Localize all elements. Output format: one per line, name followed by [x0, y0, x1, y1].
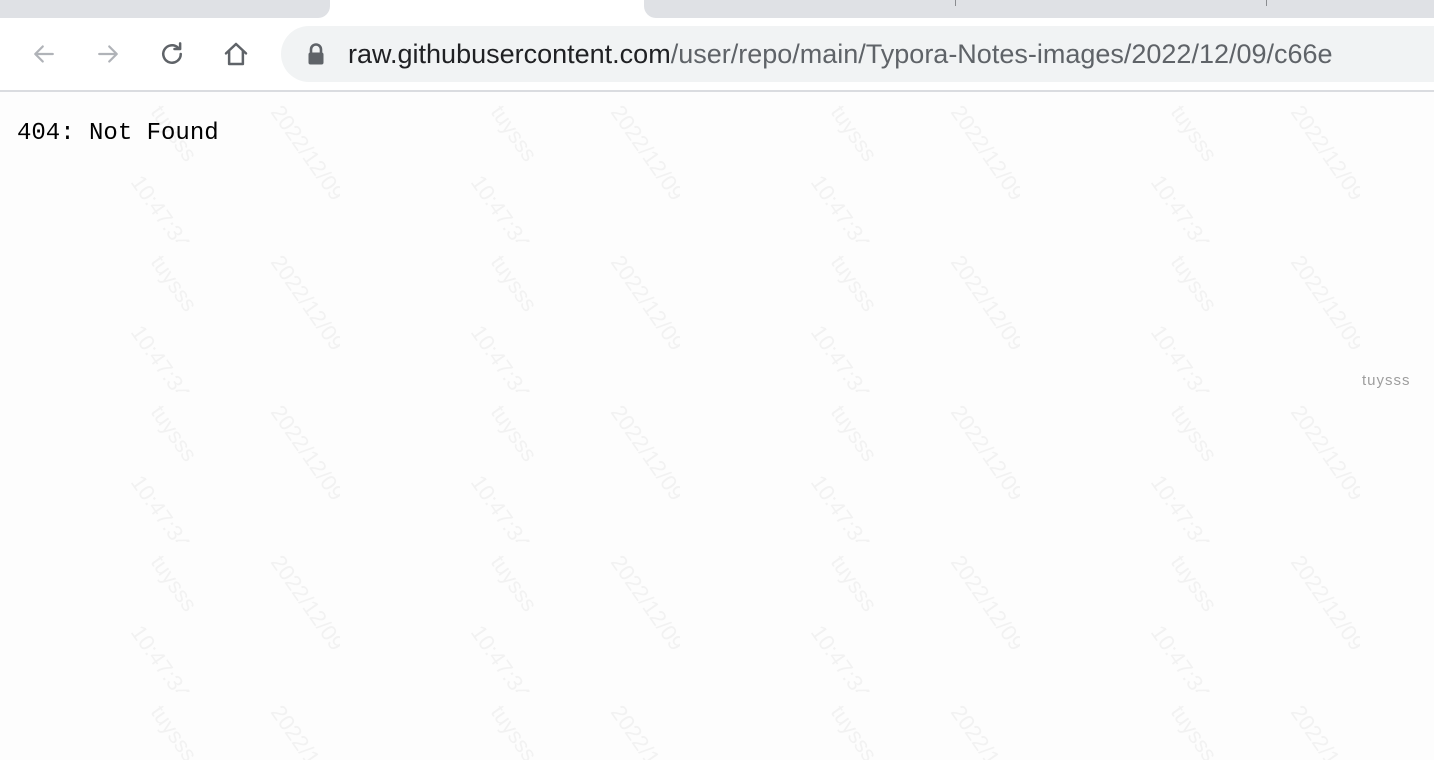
browser-toolbar: raw.githubusercontent.com/user/repo/main…: [0, 18, 1434, 90]
lock-icon[interactable]: [305, 42, 327, 66]
tab-separator: [955, 0, 956, 6]
background-tab[interactable]: [0, 0, 330, 18]
reload-button[interactable]: [152, 34, 192, 74]
background-tabs[interactable]: [644, 0, 1434, 18]
url-text[interactable]: raw.githubusercontent.com/user/repo/main…: [348, 26, 1333, 82]
back-button[interactable]: [24, 34, 64, 74]
url-host: raw.githubusercontent.com: [348, 39, 671, 69]
watermark-label: tuysss: [1362, 372, 1411, 389]
page-content: tuysss 2022/12/09 10:47:34 tuysss 404: N…: [0, 92, 1434, 760]
reload-icon: [162, 42, 182, 64]
address-bar[interactable]: raw.githubusercontent.com/user/repo/main…: [281, 26, 1434, 82]
error-message: 404: Not Found: [17, 120, 219, 147]
forward-arrow-icon: [98, 45, 118, 63]
tab-strip: [0, 0, 1434, 18]
url-path: /user/repo/main/Typora-Notes-images/2022…: [670, 39, 1333, 69]
back-arrow-icon: [34, 45, 54, 63]
tab-separator: [1266, 0, 1267, 6]
forward-button[interactable]: [88, 34, 128, 74]
home-icon: [224, 42, 248, 66]
watermark-pattern: tuysss 2022/12/09 10:47:34: [0, 92, 1434, 760]
home-button[interactable]: [216, 34, 256, 74]
